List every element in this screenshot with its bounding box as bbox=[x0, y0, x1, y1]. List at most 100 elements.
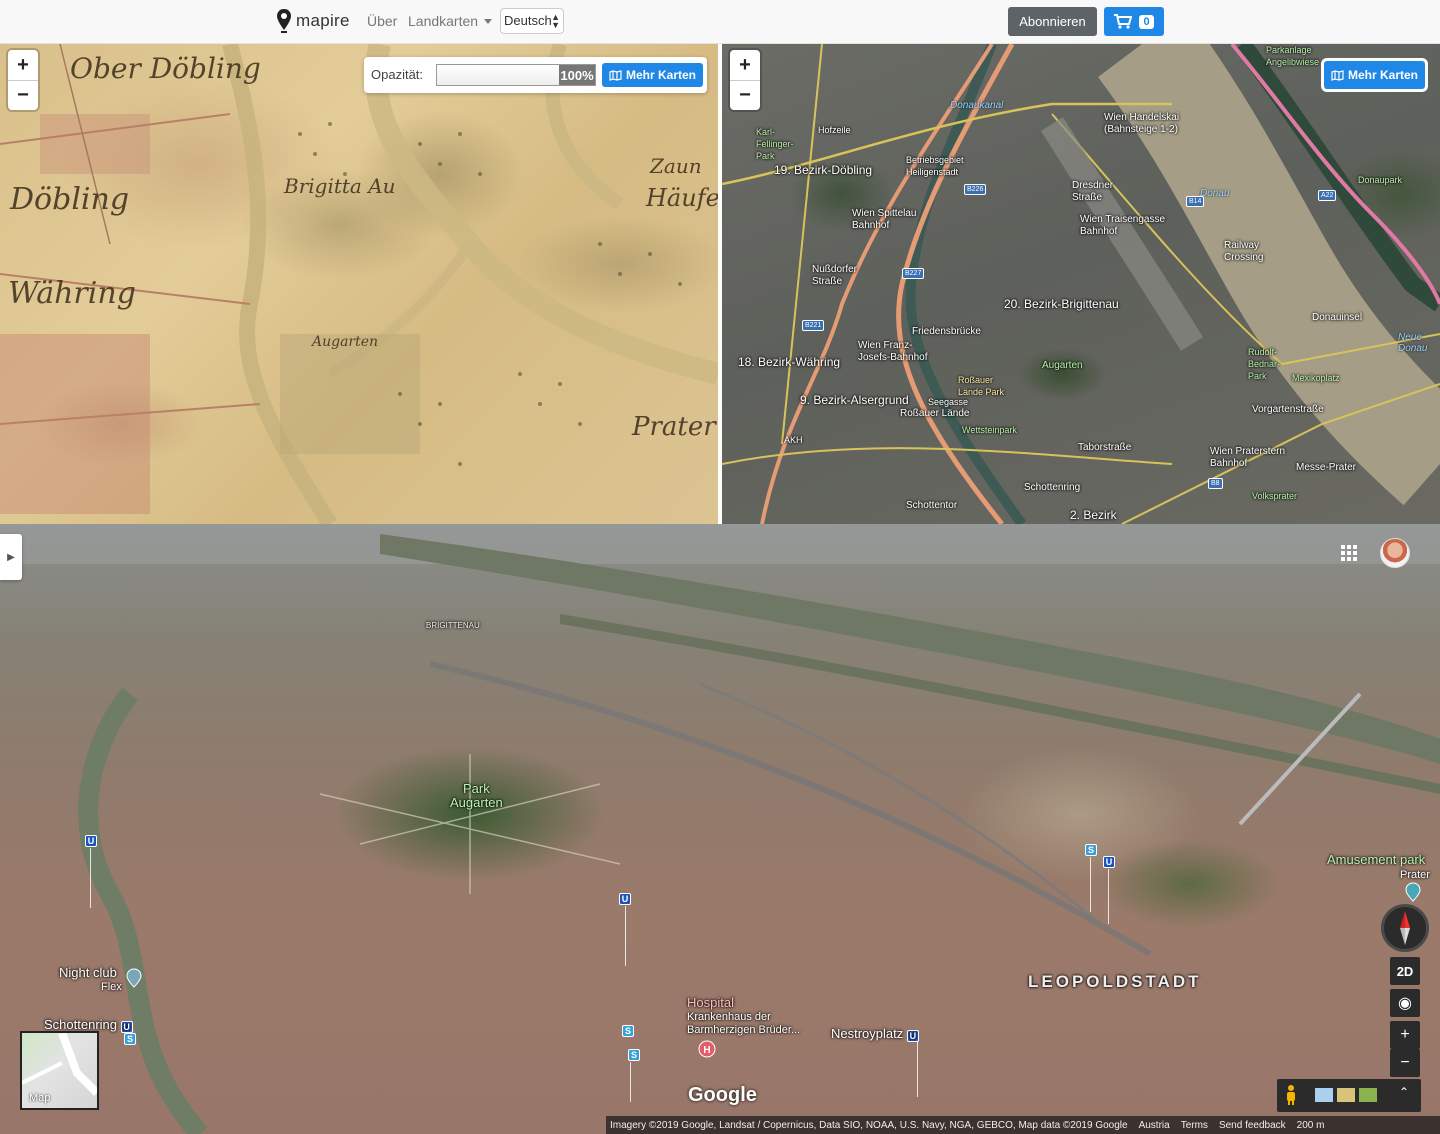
plus-icon: + bbox=[1400, 1026, 1410, 1043]
satellite-more-maps-label: Mehr Karten bbox=[1348, 68, 1419, 82]
historic-zoom-control: + − bbox=[8, 50, 38, 110]
sat-label-spittelau: Wien Spittelau Bahnhof bbox=[852, 208, 917, 231]
satellite-more-maps-button[interactable]: Mehr Karten bbox=[1324, 61, 1426, 89]
cart-count-badge: 0 bbox=[1139, 14, 1154, 29]
attribution-terms-link[interactable]: Terms bbox=[1177, 1120, 1215, 1131]
road-shield-b221: B221 bbox=[802, 320, 825, 331]
opacity-slider[interactable]: 100% bbox=[436, 64, 596, 86]
location-target-icon: ◉ bbox=[1398, 995, 1412, 1012]
sat-label-akh: AKH bbox=[784, 435, 803, 445]
sat-label-railway-crossing: Railway Crossing bbox=[1224, 240, 1264, 263]
nav-dropdown-landkarten[interactable]: Landkarten bbox=[408, 13, 493, 29]
satellite-zoom-out-button[interactable]: − bbox=[730, 80, 760, 110]
earth-label-hospital: Hospital bbox=[687, 995, 734, 1010]
historic-zoom-in-button[interactable]: + bbox=[8, 50, 38, 80]
attribution-bar: Imagery ©2019 Google, Landsat / Copernic… bbox=[606, 1116, 1440, 1134]
cart-button[interactable]: 0 bbox=[1104, 7, 1164, 36]
compass-control[interactable] bbox=[1381, 904, 1429, 952]
sat-label-friedensbruecke: Friedensbrücke bbox=[912, 326, 981, 337]
language-select[interactable]: Deutsch ▲ ▼ bbox=[500, 8, 564, 34]
road-shield-b8: B8 bbox=[1208, 478, 1223, 489]
earth-3d-pane[interactable]: ▶ BRIGITTENAU Park Augarten Amusement pa… bbox=[0, 524, 1440, 1134]
layer-thumbnail-icon[interactable] bbox=[1315, 1088, 1333, 1102]
marker-stem bbox=[917, 1042, 918, 1097]
attribution-feedback-link[interactable]: Send feedback bbox=[1215, 1120, 1293, 1131]
historic-zoom-out-button[interactable]: − bbox=[8, 80, 38, 110]
historic-label-haufel: Häufel bbox=[646, 184, 718, 212]
earth-side-panel-toggle[interactable]: ▶ bbox=[0, 534, 22, 580]
brand-name[interactable]: mapire bbox=[296, 11, 350, 31]
sat-label-donau: Donau bbox=[1200, 188, 1230, 199]
earth-label-nestroyplatz: Nestroyplatz U bbox=[831, 1027, 919, 1042]
my-location-button[interactable]: ◉ bbox=[1390, 989, 1420, 1017]
ubahn-icon: U bbox=[120, 1021, 133, 1033]
marker-stem bbox=[625, 906, 626, 966]
earth-label-krankenhaus: Krankenhaus der Barmherzigen Brüder... bbox=[687, 1011, 801, 1036]
subscribe-button[interactable]: Abonnieren bbox=[1008, 7, 1097, 36]
earth-zoom-in-button[interactable]: + bbox=[1390, 1021, 1420, 1049]
train-marker-icon[interactable]: S bbox=[124, 1033, 136, 1045]
apps-grid-icon[interactable] bbox=[1340, 544, 1358, 562]
ubahn-marker-icon[interactable]: U bbox=[619, 893, 631, 905]
historic-label-wahring: Währing bbox=[8, 276, 136, 311]
satellite-zoom-in-button[interactable]: + bbox=[730, 50, 760, 80]
sat-label-schottentor: Schottentor bbox=[906, 500, 958, 511]
sat-label-karl-fellinger: Karl-Fellinger-Park bbox=[756, 127, 794, 161]
map-icon bbox=[609, 69, 622, 81]
nav-link-ueber[interactable]: Über bbox=[367, 13, 397, 29]
sat-label-taborstrasse: Taborstraße bbox=[1078, 442, 1132, 453]
sat-label-hoefzeile: Hofzeile bbox=[818, 125, 851, 135]
earth-label-park-augarten: Park Augarten bbox=[450, 781, 503, 810]
road-shield-b227: B227 bbox=[902, 268, 925, 279]
nav-landkarten-label: Landkarten bbox=[408, 13, 479, 29]
top-navbar: mapire Über Landkarten Deutsch ▲ ▼ Abonni… bbox=[0, 0, 1440, 44]
opacity-value: 100% bbox=[559, 65, 595, 85]
hospital-icon[interactable]: H bbox=[698, 1040, 716, 1058]
historic-more-maps-label: Mehr Karten bbox=[626, 68, 697, 82]
road-shield-b14: B14 bbox=[1186, 196, 1205, 207]
opacity-control: Opazität: 100% Mehr Karten bbox=[364, 57, 707, 93]
place-pin-icon[interactable] bbox=[126, 968, 142, 988]
historic-more-maps-button[interactable]: Mehr Karten bbox=[602, 63, 704, 87]
mini-map-toggle[interactable]: Map bbox=[20, 1031, 100, 1110]
sat-label-augarten: Augarten bbox=[1042, 360, 1083, 371]
sat-label-bezirk19: 19. Bezirk-Döbling bbox=[774, 163, 873, 177]
historic-label-brigitta: Brigitta Au bbox=[284, 174, 396, 198]
svg-text:H: H bbox=[703, 1045, 710, 1056]
sat-label-mexikoplatz: Mexikoplatz bbox=[1292, 373, 1340, 383]
brand-logo[interactable]: mapire bbox=[276, 7, 350, 35]
satellite-map-pane[interactable]: 19. Bezirk-Döbling 20. Bezirk-Brigittena… bbox=[722, 44, 1440, 524]
opacity-label: Opazität: bbox=[371, 67, 424, 82]
sat-label-messe-prater: Messe-Prater bbox=[1296, 462, 1357, 473]
scale-label: 200 m bbox=[1296, 1119, 1325, 1131]
ubahn-marker-icon[interactable]: U bbox=[1103, 856, 1115, 868]
pegman-icon[interactable] bbox=[1283, 1084, 1299, 1106]
sat-label-handelskai: Wien Handelskai (Bahnsteige 1-2) bbox=[1104, 112, 1180, 135]
marker-stem bbox=[1090, 857, 1091, 912]
layers-strip: ⌃ bbox=[1277, 1079, 1421, 1112]
view-2d-toggle[interactable]: 2D bbox=[1390, 957, 1420, 985]
sat-label-volksprater: Volksprater bbox=[1252, 491, 1298, 501]
layer-thumbnail-icon[interactable] bbox=[1359, 1088, 1377, 1102]
sat-label-donaukanal: Donaukanal bbox=[950, 100, 1004, 111]
place-pin-icon[interactable] bbox=[1405, 882, 1421, 902]
earth-zoom-out-button[interactable]: − bbox=[1390, 1049, 1420, 1077]
earth-label-flex: Flex bbox=[101, 981, 122, 993]
earth-3d-drawing bbox=[0, 524, 1440, 1134]
satellite-zoom-control: + − bbox=[730, 50, 760, 110]
attribution-imagery: Imagery ©2019 Google, Landsat / Copernic… bbox=[610, 1119, 1128, 1131]
expand-chevrons-icon[interactable]: ⌃ bbox=[1399, 1085, 1409, 1099]
sat-label-franzjosefs: Wien Franz-Josefs-Bahnhof bbox=[858, 340, 928, 363]
train-marker-icon[interactable]: S bbox=[1085, 844, 1097, 856]
layer-thumbnail-icon[interactable] bbox=[1337, 1088, 1355, 1102]
train-marker-icon[interactable]: S bbox=[628, 1049, 640, 1061]
sat-label-schottenring: Schottenring bbox=[1024, 482, 1081, 493]
historic-map-pane[interactable]: Ober Döbling Döbling Währing Prater Häuf… bbox=[0, 44, 718, 524]
sat-label-bezirk18: 18. Bezirk-Währing bbox=[738, 355, 841, 369]
user-avatar[interactable] bbox=[1380, 538, 1410, 568]
historic-label-augarten: Augarten bbox=[312, 334, 379, 350]
train-marker-icon[interactable]: S bbox=[622, 1025, 634, 1037]
ubahn-marker-icon[interactable]: U bbox=[85, 835, 97, 847]
mini-map-label: Map bbox=[29, 1092, 51, 1104]
marker-stem bbox=[630, 1062, 631, 1102]
